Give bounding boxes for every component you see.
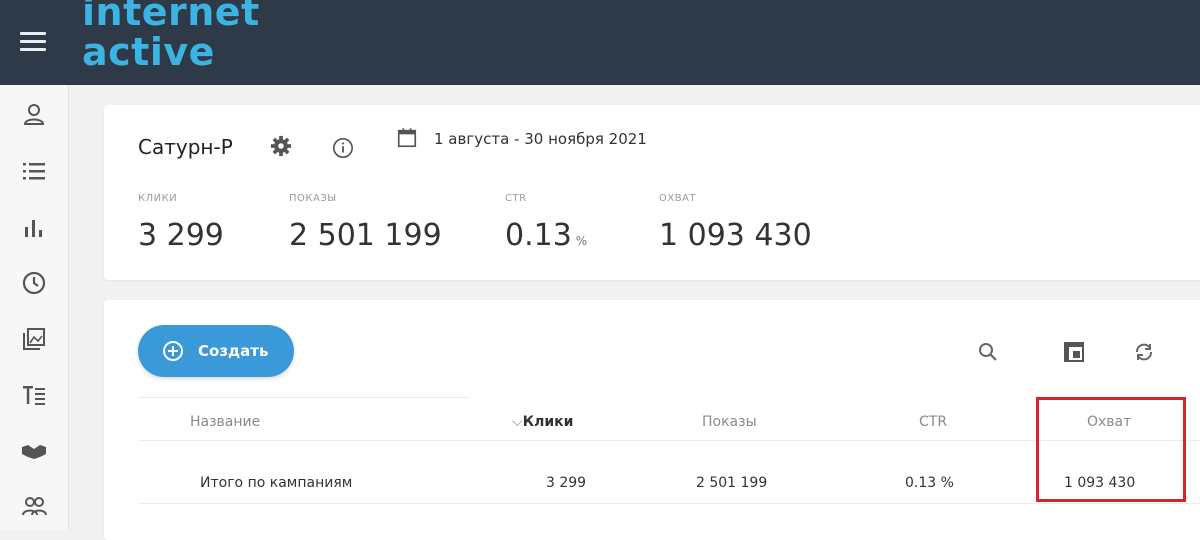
metric-impressions: ПОКАЗЫ 2 501 199 bbox=[289, 193, 442, 253]
row-clicks: 3 299 bbox=[546, 475, 587, 491]
metric-label: ОХВАТ bbox=[659, 193, 697, 204]
sidebar bbox=[0, 85, 69, 530]
row-impressions: 2 501 199 bbox=[696, 475, 768, 491]
row-ctr: 0.13 % bbox=[905, 475, 954, 491]
logo[interactable]: internet active bbox=[82, 0, 260, 72]
logo-line-1: internet bbox=[82, 0, 260, 34]
row-divider bbox=[138, 503, 1200, 504]
column-header-impressions[interactable]: Показы bbox=[702, 414, 757, 430]
settings-gear-icon[interactable] bbox=[270, 135, 292, 157]
sort-icon: ⌵ bbox=[512, 414, 523, 430]
user-icon[interactable] bbox=[18, 99, 50, 131]
header-divider bbox=[138, 397, 468, 398]
gallery-icon[interactable] bbox=[18, 323, 50, 355]
metric-label: CTR bbox=[505, 193, 527, 204]
metric-value: 3 299 bbox=[138, 218, 224, 253]
info-icon[interactable] bbox=[332, 137, 354, 159]
clock-icon[interactable] bbox=[18, 267, 50, 299]
date-range[interactable]: 1 августа - 30 ноября 2021 bbox=[434, 130, 647, 148]
create-button-label: Создать bbox=[198, 342, 269, 360]
hamburger-menu-icon[interactable] bbox=[20, 32, 46, 52]
top-bar: internet active bbox=[0, 0, 1200, 85]
row-name[interactable]: Итого по кампаниям bbox=[200, 475, 352, 491]
text-list-icon[interactable] bbox=[18, 379, 50, 411]
logo-line-2: active bbox=[82, 30, 215, 74]
plus-circle-icon bbox=[163, 341, 183, 361]
highlight-box bbox=[1036, 397, 1186, 502]
list-icon[interactable] bbox=[18, 155, 50, 187]
metric-value: 0.13% bbox=[505, 218, 588, 253]
calendar-icon[interactable] bbox=[396, 127, 418, 149]
group-icon[interactable] bbox=[18, 491, 50, 523]
column-header-name[interactable]: Название bbox=[190, 414, 260, 430]
column-header-clicks[interactable]: ⌵Клики bbox=[512, 414, 573, 430]
bar-chart-icon[interactable] bbox=[18, 211, 50, 243]
metric-clicks: КЛИКИ 3 299 bbox=[138, 193, 224, 253]
metric-reach: ОХВАТ 1 093 430 bbox=[659, 193, 812, 253]
summary-card: Сатурн-Р 1 августа - 30 ноября 2021 КЛИК… bbox=[104, 105, 1200, 280]
metric-label: КЛИКИ bbox=[138, 193, 178, 204]
create-button[interactable]: Создать bbox=[138, 325, 294, 377]
campaign-name: Сатурн-Р bbox=[138, 135, 233, 159]
metric-value: 2 501 199 bbox=[289, 218, 442, 253]
metric-ctr: CTR 0.13% bbox=[505, 193, 587, 253]
columns-settings-icon[interactable] bbox=[1062, 340, 1086, 364]
campaign-table-card: Создать Название ⌵Клики Показы CTR Охват… bbox=[104, 300, 1200, 540]
metric-unit: % bbox=[575, 234, 588, 248]
search-icon[interactable] bbox=[976, 340, 1000, 364]
refresh-icon[interactable] bbox=[1132, 340, 1156, 364]
metric-label: ПОКАЗЫ bbox=[289, 193, 337, 204]
handshake-icon[interactable] bbox=[18, 435, 50, 467]
column-header-ctr[interactable]: CTR bbox=[919, 414, 947, 430]
metric-value: 1 093 430 bbox=[659, 218, 812, 253]
